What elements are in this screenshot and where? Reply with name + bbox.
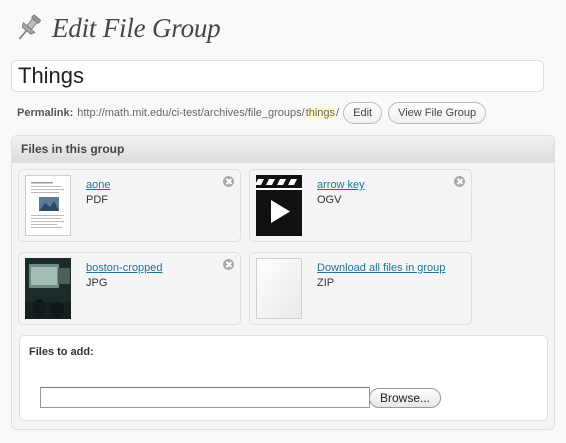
remove-file-icon[interactable] <box>223 259 234 270</box>
file-name-link[interactable]: aone <box>86 179 110 191</box>
title-input[interactable] <box>11 60 544 92</box>
permalink-url-suffix: / <box>336 107 340 119</box>
remove-file-icon[interactable] <box>454 176 465 187</box>
pushpin-icon <box>18 14 41 40</box>
permalink-url-prefix: http://math.mit.edu/ci-test/archives/fil… <box>77 107 305 119</box>
files-to-add-label: Files to add: <box>29 346 94 358</box>
file-type: ZIP <box>317 277 335 289</box>
file-card: Download all files in group ZIP <box>249 252 472 325</box>
permalink-row: Permalink: http://math.mit.edu/ci-test/a… <box>17 101 487 125</box>
permalink-slug[interactable]: things <box>304 107 337 119</box>
file-card: aone PDF <box>18 169 241 242</box>
view-file-group-button[interactable]: View File Group <box>388 102 487 124</box>
file-type: OGV <box>317 194 342 206</box>
file-name-link[interactable]: boston-cropped <box>86 262 162 274</box>
file-type: PDF <box>86 194 108 206</box>
files-to-add-panel: Files to add: Browse... <box>19 335 548 421</box>
page-header: Edit File Group <box>12 10 221 46</box>
zip-document-thumbnail[interactable] <box>256 258 302 319</box>
files-box-title: Files in this group <box>12 136 554 163</box>
permalink-label: Permalink: <box>17 107 74 119</box>
browse-button[interactable]: Browse... <box>369 388 442 408</box>
file-card: arrow key OGV <box>249 169 472 242</box>
file-type: JPG <box>86 277 108 289</box>
photo-thumbnail[interactable] <box>25 258 71 319</box>
file-path-input[interactable] <box>40 387 370 408</box>
pdf-document-thumbnail[interactable] <box>25 175 71 236</box>
files-in-group-box: Files in this group aone PDF arrow key O… <box>11 135 555 430</box>
edit-permalink-button[interactable]: Edit <box>343 102 383 124</box>
video-clapper-thumbnail[interactable] <box>256 175 302 236</box>
download-all-link[interactable]: Download all files in group <box>317 262 445 274</box>
file-card: boston-cropped JPG <box>18 252 241 325</box>
remove-file-icon[interactable] <box>223 176 234 187</box>
page-title: Edit File Group <box>52 12 221 43</box>
file-name-link[interactable]: arrow key <box>317 179 365 191</box>
